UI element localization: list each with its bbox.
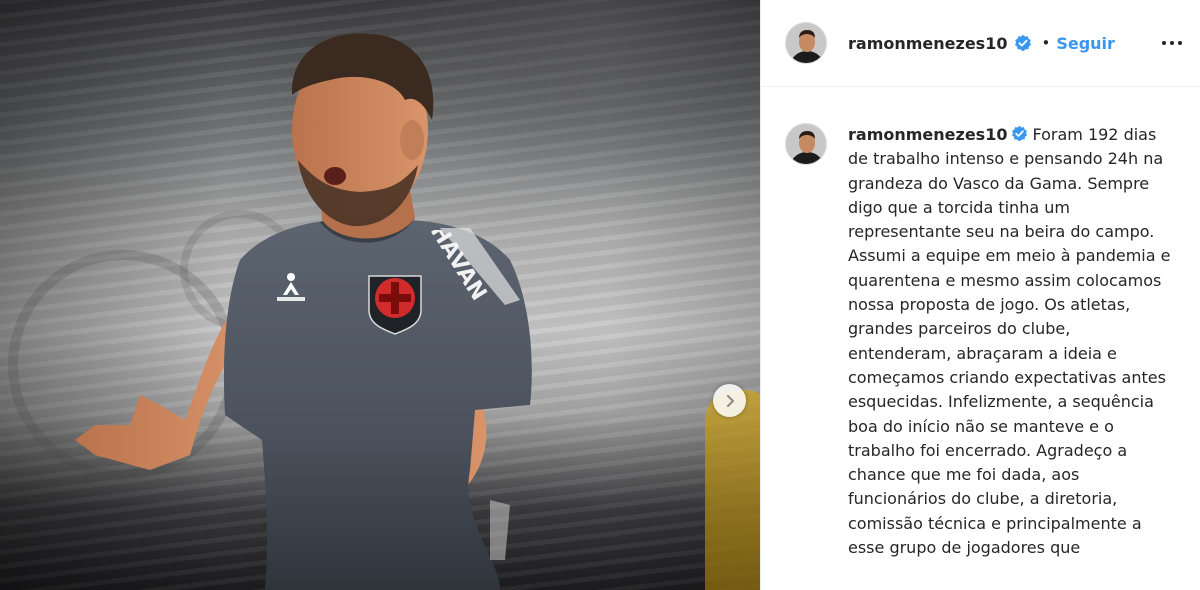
- instagram-post: HAVAN ramonmenezes10 • Seguir ramonmenez…: [0, 0, 1200, 590]
- caption-username[interactable]: ramonmenezes10: [848, 125, 1007, 144]
- caption-avatar[interactable]: [785, 123, 827, 165]
- caption-avatar-image: [786, 124, 826, 164]
- more-options-icon[interactable]: [1162, 35, 1182, 51]
- caption-text: ramonmenezes10 Foram 192 dias de trabalh…: [848, 123, 1178, 560]
- next-photo-button[interactable]: [713, 384, 746, 417]
- caption: ramonmenezes10 Foram 192 dias de trabalh…: [761, 87, 1200, 560]
- follow-button[interactable]: Seguir: [1056, 34, 1115, 53]
- caption-body: Foram 192 dias de trabalho intenso e pen…: [848, 125, 1171, 558]
- chevron-right-icon: [726, 394, 734, 407]
- header-username[interactable]: ramonmenezes10: [848, 34, 1007, 53]
- post-photo[interactable]: HAVAN: [0, 0, 760, 590]
- post-side-panel: ramonmenezes10 • Seguir ramonmenezes10 F…: [760, 0, 1200, 590]
- verified-badge-icon: [1014, 34, 1032, 52]
- more-dot: [1178, 41, 1182, 45]
- caption-verified-badge-icon: [1011, 125, 1028, 142]
- coach-figure: [75, 33, 532, 590]
- more-dot: [1162, 41, 1166, 45]
- avatar-image: [786, 23, 826, 63]
- header-separator: •: [1041, 34, 1051, 52]
- avatar[interactable]: [785, 22, 827, 64]
- sleeve-sponsor: HAVAN: [425, 230, 491, 305]
- post-header: ramonmenezes10 • Seguir: [761, 0, 1200, 87]
- more-dot: [1170, 41, 1174, 45]
- sleeve-sponsor-text: HAVAN: [425, 230, 491, 305]
